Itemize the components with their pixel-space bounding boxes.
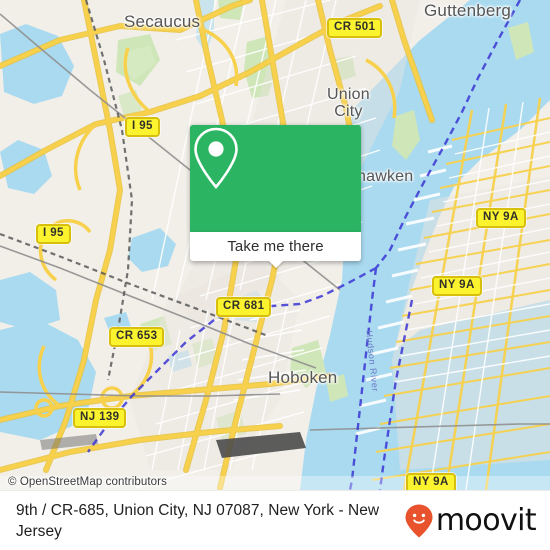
page-footer: 9th / CR-685, Union City, NJ 07087, New … (0, 490, 550, 550)
map-shield-i-95-west: I 95 (36, 224, 71, 244)
moovit-smiley-pin-icon (405, 504, 433, 537)
map-shield-cr-501: CR 501 (327, 18, 383, 38)
moovit-wordmark: moovit (435, 502, 537, 538)
page-title: 9th / CR-685, Union City, NJ 07087, New … (16, 501, 380, 540)
map-pin-icon (194, 127, 238, 190)
popup-pointer-tail (267, 260, 284, 268)
map-label-union-city-line1: Union (327, 86, 370, 103)
map-label-weehawken: hawken (357, 168, 414, 185)
popup-image-area (190, 125, 361, 232)
take-me-there-label: Take me there (227, 238, 324, 255)
map-label-hoboken: Hoboken (268, 368, 338, 387)
map-label-secaucus: Secaucus (124, 12, 201, 31)
osm-attribution: © OpenStreetMap contributors (8, 476, 167, 488)
map-label-guttenberg: Guttenberg (424, 1, 512, 20)
moovit-logo[interactable]: moovit (404, 503, 550, 539)
map-shield-ny-9a-lower: NY 9A (406, 473, 456, 490)
map-label-union-city-line2: City (334, 103, 363, 120)
location-popup[interactable]: Take me there (190, 125, 361, 268)
moovit-station-page: Secaucus Guttenberg Union City hawken Ho… (0, 0, 550, 550)
map-shield-i-95-north: I 95 (125, 117, 160, 137)
map-shield-ny-9a-mid: NY 9A (432, 276, 482, 296)
map-shield-ny-9a-upper: NY 9A (476, 208, 526, 228)
map-canvas[interactable]: Secaucus Guttenberg Union City hawken Ho… (0, 0, 550, 490)
map-shield-cr-653: CR 653 (109, 327, 165, 347)
map-shield-cr-681: CR 681 (216, 297, 272, 317)
map-shield-nj-139: NJ 139 (73, 408, 127, 428)
take-me-there-button[interactable]: Take me there (190, 232, 361, 268)
map-label-union-city: Union City (327, 86, 370, 120)
